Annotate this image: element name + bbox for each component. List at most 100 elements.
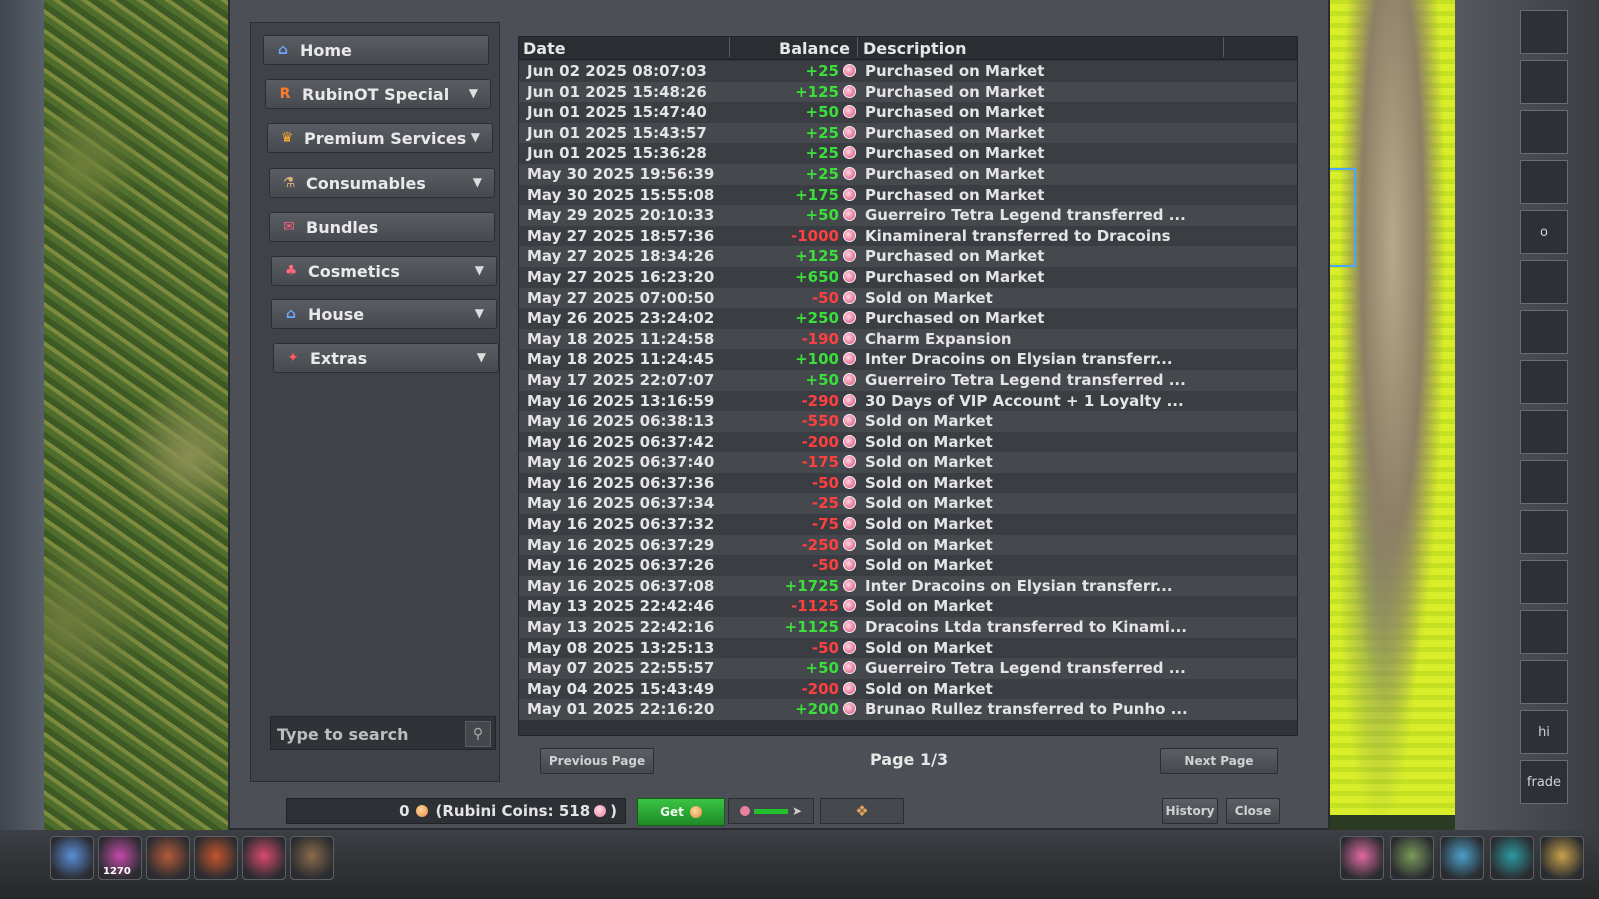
description-cell: Sold on Market: [865, 432, 993, 451]
get-coins-button[interactable]: Get: [637, 798, 725, 826]
date-cell: May 08 2025 13:25:13: [527, 638, 715, 657]
close-button[interactable]: Close: [1226, 798, 1280, 824]
sidebar-item-extras[interactable]: ✦ Extras ▼: [273, 343, 499, 373]
inventory-slot[interactable]: [1520, 560, 1568, 604]
hotbar-slot[interactable]: [1490, 836, 1534, 880]
hotbar-slot[interactable]: [1340, 836, 1384, 880]
table-row: May 27 2025 18:34:26 +125 Purchased on Mar…: [519, 246, 1297, 267]
rubini-coin-icon: [843, 146, 856, 160]
chevron-down-icon: ▼: [474, 306, 484, 320]
sidebar-item-home[interactable]: ⌂ Home: [263, 35, 489, 65]
rubini-coin-icon: [843, 208, 856, 222]
rubini-coin-icon: [843, 558, 856, 572]
table-row: May 16 2025 06:37:26 -50 Sold on Market: [519, 555, 1297, 576]
description-cell: Brunao Rullez transferred to Punho ...: [865, 700, 1188, 719]
inventory-slot[interactable]: [1520, 410, 1568, 454]
rubini-coin-icon: [843, 228, 856, 242]
balance-cell: -1000: [791, 226, 839, 245]
description-cell: Purchased on Market: [865, 82, 1045, 101]
rubini-coin-icon: [843, 620, 856, 634]
inventory-slot[interactable]: [1520, 260, 1568, 304]
game-map-right: [1330, 0, 1455, 815]
inventory-slot[interactable]: o: [1520, 210, 1568, 254]
sidebar-item-bundles[interactable]: ✉ Bundles: [269, 212, 495, 242]
inventory-slot[interactable]: [1520, 110, 1568, 154]
inventory-slot[interactable]: [1520, 60, 1568, 104]
description-cell: Purchased on Market: [865, 123, 1045, 142]
rubini-coin-icon: [843, 249, 856, 263]
sidebar-item-rubinot-special[interactable]: R RubinOT Special ▼: [265, 79, 491, 109]
inventory-slot[interactable]: frade: [1520, 760, 1568, 804]
date-cell: May 16 2025 06:37:42: [527, 432, 715, 451]
table-row: May 30 2025 15:55:08 +175 Purchased on Mar…: [519, 184, 1297, 206]
rubini-coin-icon: [843, 166, 856, 180]
sidebar-item-label: House: [308, 304, 365, 324]
description-cell: Sold on Market: [865, 556, 993, 575]
hotbar-slot[interactable]: 1270: [98, 836, 142, 880]
balance-cell: +1725: [784, 576, 839, 595]
inventory-slot[interactable]: hi: [1520, 710, 1568, 754]
hotbar-slot[interactable]: [194, 836, 238, 880]
date-cell: May 07 2025 22:55:57: [527, 659, 715, 678]
date-cell: May 01 2025 22:16:20: [527, 700, 715, 719]
coin-transfer-toggle[interactable]: ➤: [728, 798, 814, 824]
hotbar-slot[interactable]: [1440, 836, 1484, 880]
date-cell: Jun 01 2025 15:48:26: [527, 82, 707, 101]
hotbar-slot[interactable]: [146, 836, 190, 880]
table-row: May 01 2025 22:16:20 +200 Brunao Rullez tr…: [519, 699, 1297, 720]
search-icon[interactable]: ⚲: [465, 721, 491, 747]
column-date[interactable]: Date: [523, 39, 566, 58]
gift-button[interactable]: ❖: [820, 798, 904, 824]
previous-page-button[interactable]: Previous Page: [540, 748, 654, 774]
rubini-coin-icon: [843, 105, 856, 119]
rubini-coins-label: (Rubini Coins: 518: [435, 802, 591, 820]
potion-icon: ⚗: [282, 175, 296, 191]
sidebar-item-consumables[interactable]: ⚗ Consumables ▼: [269, 168, 495, 198]
hotbar-slot[interactable]: [1390, 836, 1434, 880]
balance-cell: +25: [805, 144, 839, 163]
rubini-coin-icon: [843, 475, 856, 489]
description-cell: Kinamineral transferred to Dracoins: [865, 226, 1171, 245]
inventory-slot[interactable]: [1520, 660, 1568, 704]
date-cell: Jun 02 2025 08:07:03: [527, 62, 707, 80]
hotbar-slot[interactable]: [242, 836, 286, 880]
sidebar-item-house[interactable]: ⌂ House ▼: [271, 299, 497, 329]
rubini-coin-icon: [843, 496, 856, 510]
table-row: Jun 01 2025 15:43:57 +25 Purchased on Mark…: [519, 122, 1297, 144]
selection-marker: [1330, 168, 1356, 267]
balance-cell: +125: [795, 247, 839, 266]
description-cell: Dracoins Ltda transferred to Kinami...: [865, 618, 1188, 637]
inventory-slot[interactable]: [1520, 610, 1568, 654]
inventory-slot[interactable]: [1520, 160, 1568, 204]
description-cell: Charm Expansion: [865, 329, 1012, 348]
sidebar-item-cosmetics[interactable]: ♣ Cosmetics ▼: [271, 256, 497, 286]
next-page-button[interactable]: Next Page: [1160, 748, 1278, 774]
balance-cell: +200: [795, 700, 839, 719]
balance-cell: +50: [805, 370, 839, 389]
column-balance[interactable]: Balance: [779, 39, 850, 58]
inventory-slot[interactable]: [1520, 360, 1568, 404]
extras-icon: ✦: [287, 350, 299, 366]
date-cell: May 16 2025 13:16:59: [527, 391, 715, 410]
sidebar-item-premium-services[interactable]: ♛ Premium Services ▼: [267, 123, 493, 153]
rubini-coin-icon: [843, 125, 856, 139]
hotbar-slot[interactable]: [290, 836, 334, 880]
hotbar-slot[interactable]: [1540, 836, 1584, 880]
search-input[interactable]: [275, 721, 467, 747]
inventory-slot[interactable]: [1520, 510, 1568, 554]
inventory-slot[interactable]: [1520, 460, 1568, 504]
history-button[interactable]: History: [1162, 798, 1218, 824]
balance-cell: +1125: [784, 618, 839, 637]
balance-cell: +25: [805, 62, 839, 80]
date-cell: May 16 2025 06:37:08: [527, 576, 715, 595]
balance-cell: +175: [795, 185, 839, 204]
balance-cell: -50: [811, 556, 839, 575]
description-cell: Purchased on Market: [865, 144, 1045, 163]
table-body: Jun 02 2025 08:07:03 +25 Purchased on Mark…: [519, 61, 1297, 720]
table-row: May 16 2025 06:37:29 -250 Sold on Market: [519, 534, 1297, 556]
column-description[interactable]: Description: [863, 39, 966, 58]
inventory-slot[interactable]: [1520, 310, 1568, 354]
inventory-slot[interactable]: [1520, 10, 1568, 54]
item-count: 1270: [103, 866, 131, 877]
hotbar-slot[interactable]: [50, 836, 94, 880]
